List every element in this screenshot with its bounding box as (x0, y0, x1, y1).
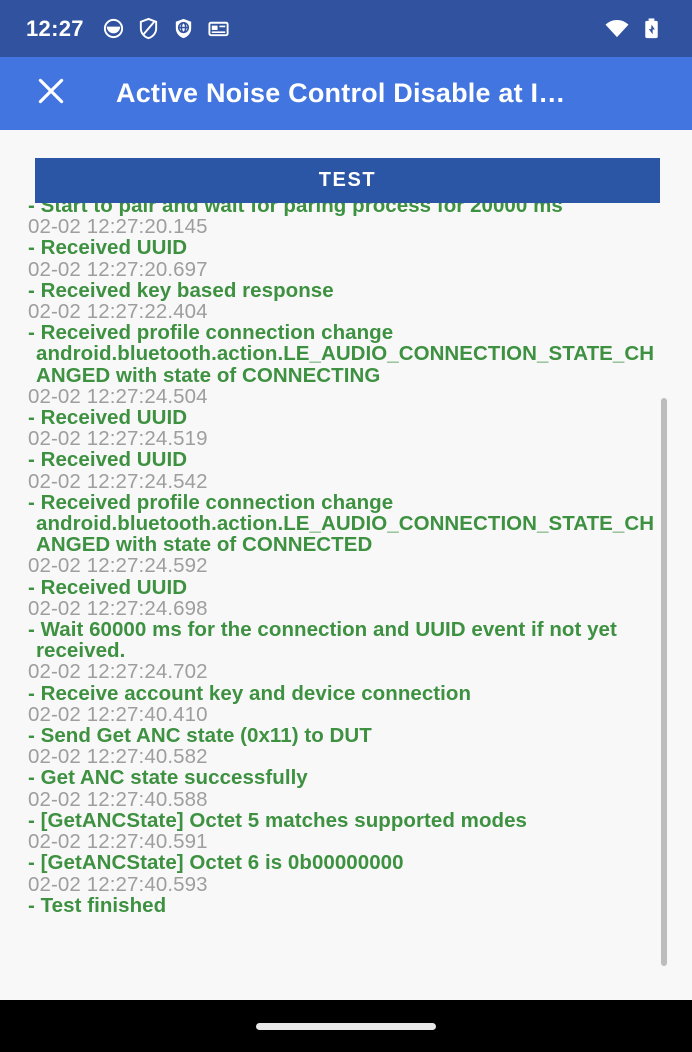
home-gesture-handle[interactable] (256, 1022, 436, 1030)
log-message: - [GetANCState] Octet 5 matches supporte… (28, 808, 527, 832)
content-area: TEST - Start to pair and wait for paring… (0, 130, 692, 1000)
log-entry: 02-02 12:27:24.698- Wait 60000 ms for th… (28, 598, 664, 662)
log-entry: 02-02 12:27:40.588- [GetANCState] Octet … (28, 787, 664, 832)
status-bar-clock: 12:27 (26, 15, 84, 41)
log-entry: 02-02 12:27:20.697- Received key based r… (28, 257, 664, 302)
log-entry: 02-02 12:27:24.592- Received UUID (28, 554, 664, 599)
log-timestamp: 02-02 12:27:40.593 (28, 872, 208, 896)
log-entry: 02-02 12:27:40.593- Test finished (28, 872, 664, 917)
log-timestamp: 02-02 12:27:24.519 (28, 427, 208, 451)
log-entry: 02-02 12:27:40.591- [GetANCState] Octet … (28, 830, 664, 875)
log-entry: 02-02 12:27:24.519- Received UUID (28, 427, 664, 472)
log-entry: 02-02 12:27:40.410- Send Get ANC state (… (28, 702, 664, 748)
log-entry: 02-02 12:27:22.404- Received profile con… (28, 301, 664, 386)
log-message: - Received UUID (28, 448, 188, 472)
log-timestamp: 02-02 12:27:22.404 (28, 300, 208, 324)
log-message: - Received UUID (28, 575, 188, 599)
log-list: - Start to pair and wait for paring proc… (0, 203, 692, 916)
log-message: - Wait 60000 ms for the connection and U… (28, 618, 623, 663)
log-message: - Send Get ANC state (0x11) to DUT (28, 724, 372, 748)
shield-globe-icon (172, 17, 195, 40)
system-navigation-bar (0, 1000, 692, 1052)
log-timestamp: 02-02 12:27:20.145 (28, 215, 208, 239)
status-bar-right-group (588, 17, 666, 40)
log-timestamp: 02-02 12:27:24.702 (28, 660, 208, 684)
log-entry: 02-02 12:27:40.582- Get ANC state succes… (28, 745, 664, 790)
log-entry: 02-02 12:27:20.145- Received UUID (28, 215, 664, 260)
log-timestamp: 02-02 12:27:40.410 (28, 702, 208, 726)
log-message: - Received UUID (28, 406, 188, 430)
close-icon (34, 74, 68, 113)
log-entry: 02-02 12:27:24.504- Received UUID (28, 384, 664, 430)
phone-screen: 12:27 Active Noise Control Disable at I…… (0, 0, 692, 1052)
card-icon (207, 17, 230, 40)
log-timestamp: 02-02 12:27:40.588 (28, 787, 208, 811)
log-viewport[interactable]: - Start to pair and wait for paring proc… (0, 203, 692, 1000)
wifi-icon (604, 17, 629, 40)
clock-outline-icon (102, 17, 125, 40)
log-timestamp: 02-02 12:27:20.697 (28, 257, 208, 281)
log-timestamp: 02-02 12:27:24.504 (28, 384, 208, 408)
log-entry: 02-02 12:27:24.702- Receive account key … (28, 660, 664, 705)
log-message: - Receive account key and device connect… (28, 681, 472, 705)
log-message: - Test finished (28, 893, 167, 917)
app-bar: Active Noise Control Disable at I… (0, 57, 692, 130)
test-button[interactable]: TEST (35, 158, 660, 203)
log-message: - Received profile connection change and… (28, 321, 655, 387)
page-title: Active Noise Control Disable at I… (116, 78, 566, 108)
log-timestamp: 02-02 12:27:24.698 (28, 596, 208, 620)
log-message: - Received UUID (28, 236, 188, 260)
log-message: - [GetANCState] Octet 6 is 0b00000000 (28, 851, 404, 875)
log-message: - Get ANC state successfully (28, 766, 308, 790)
battery-icon (643, 17, 666, 40)
log-timestamp: 02-02 12:27:40.591 (28, 830, 208, 854)
log-timestamp: 02-02 12:27:24.592 (28, 554, 208, 578)
log-timestamp: 02-02 12:27:24.542 (28, 469, 208, 493)
log-message: - Received key based response (28, 278, 334, 302)
close-button[interactable] (30, 73, 72, 115)
log-scrollbar-thumb[interactable] (661, 398, 667, 966)
log-message: - Received profile connection change and… (28, 490, 655, 557)
status-bar: 12:27 (0, 0, 692, 57)
log-timestamp: 02-02 12:27:40.582 (28, 745, 208, 769)
log-entry: 02-02 12:27:24.542- Received profile con… (28, 469, 664, 557)
shield-slash-icon (137, 17, 160, 40)
